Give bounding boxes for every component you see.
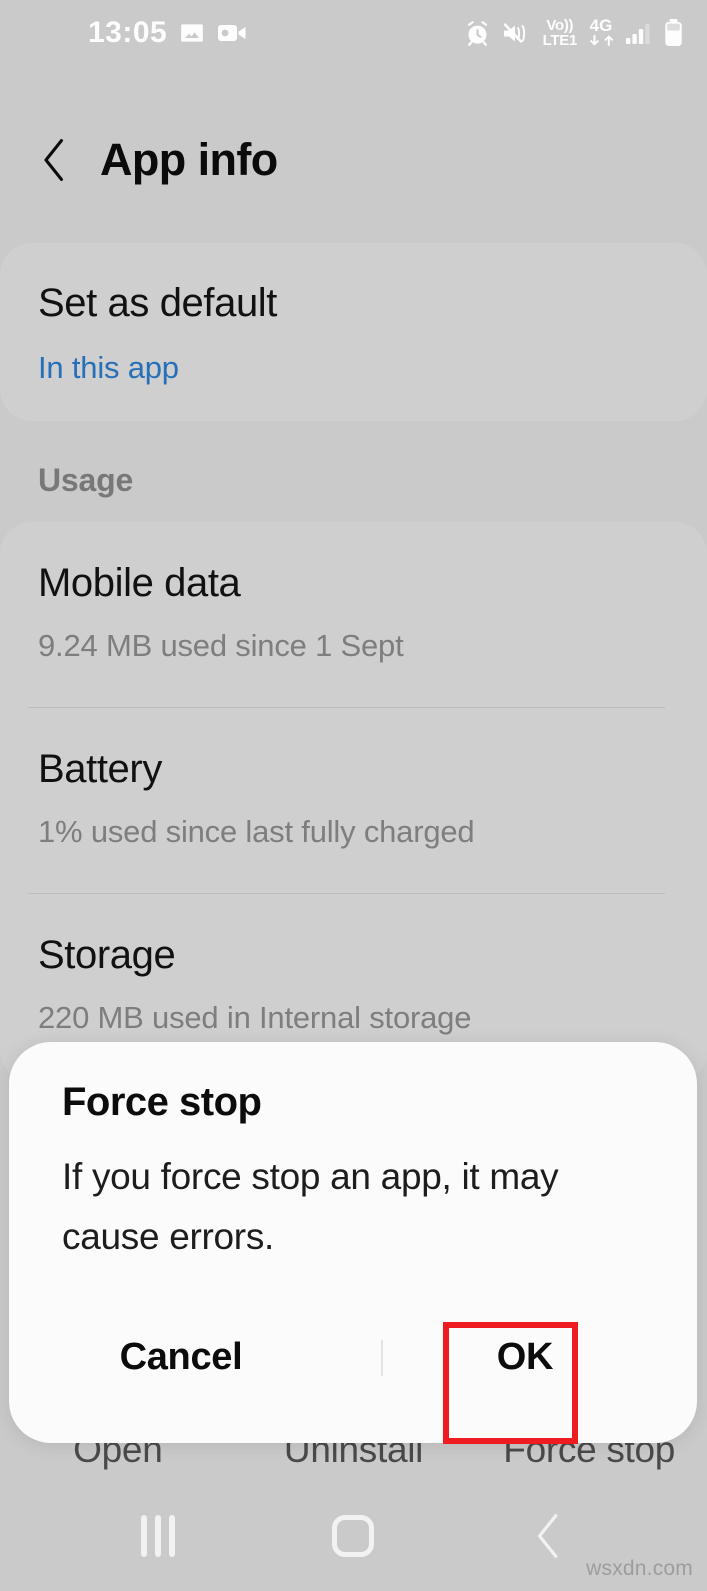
status-bar-right: Vo)) LTE1 4G bbox=[464, 17, 683, 49]
row-divider bbox=[28, 893, 665, 894]
signal-bars-icon bbox=[626, 24, 650, 44]
home-icon bbox=[332, 1515, 375, 1557]
volte-indicator: Vo)) LTE1 bbox=[542, 17, 578, 49]
dialog-button-row: Cancel OK bbox=[9, 1307, 697, 1407]
page-title: App info bbox=[100, 134, 278, 185]
volte-top-label: Vo)) bbox=[546, 17, 574, 34]
usage-row-mobile-data-title[interactable]: Mobile data bbox=[38, 563, 241, 603]
dialog-ok-button[interactable]: OK bbox=[353, 1307, 697, 1407]
usage-row-mobile-data-subtitle: 9.24 MB used since 1 Sept bbox=[38, 628, 404, 663]
dialog-title: Force stop bbox=[62, 1080, 262, 1124]
mute-vibrate-icon bbox=[503, 22, 525, 43]
usage-row-storage-title[interactable]: Storage bbox=[38, 935, 176, 975]
video-camera-icon bbox=[218, 25, 246, 41]
back-button[interactable] bbox=[38, 138, 72, 182]
network-type-label: 4G bbox=[589, 16, 613, 35]
row-divider bbox=[28, 707, 665, 708]
usage-card bbox=[0, 522, 707, 1082]
recents-icon bbox=[140, 1515, 175, 1557]
set-as-default-subtitle[interactable]: In this app bbox=[38, 352, 179, 383]
volte-bottom-label: LTE1 bbox=[542, 32, 578, 49]
dialog-message: If you force stop an app, it may cause e… bbox=[62, 1156, 559, 1257]
status-clock: 13:05 bbox=[88, 16, 168, 49]
usage-row-battery-title[interactable]: Battery bbox=[38, 749, 162, 789]
alarm-icon bbox=[467, 20, 487, 46]
status-bar-left: 13:05 bbox=[88, 16, 247, 50]
network-indicator: 4G bbox=[588, 17, 614, 49]
app-bar: App info bbox=[0, 110, 707, 210]
chevron-left-icon bbox=[538, 1514, 558, 1558]
battery-icon bbox=[665, 19, 682, 46]
usage-row-storage-subtitle: 220 MB used in Internal storage bbox=[38, 1000, 472, 1035]
usage-section-header: Usage bbox=[38, 462, 134, 498]
set-as-default-card[interactable] bbox=[0, 243, 707, 421]
nav-back-button[interactable] bbox=[504, 1501, 594, 1571]
phone-screen: 13:05 Vo)) LTE1 4G App info Set as defau… bbox=[0, 0, 707, 1591]
dialog-cancel-button[interactable]: Cancel bbox=[9, 1307, 353, 1407]
watermark: wsxdn.com bbox=[586, 1557, 693, 1580]
data-transfer-arrows-icon bbox=[589, 35, 614, 46]
force-stop-dialog: Force stop If you force stop an app, it … bbox=[9, 1042, 697, 1443]
image-icon bbox=[181, 24, 204, 42]
set-as-default-title: Set as default bbox=[38, 281, 278, 325]
nav-home-button[interactable] bbox=[308, 1501, 398, 1571]
status-bar: 13:05 Vo)) LTE1 4G bbox=[0, 0, 707, 66]
usage-row-battery-subtitle: 1% used since last fully charged bbox=[38, 814, 475, 849]
nav-recents-button[interactable] bbox=[113, 1501, 203, 1571]
